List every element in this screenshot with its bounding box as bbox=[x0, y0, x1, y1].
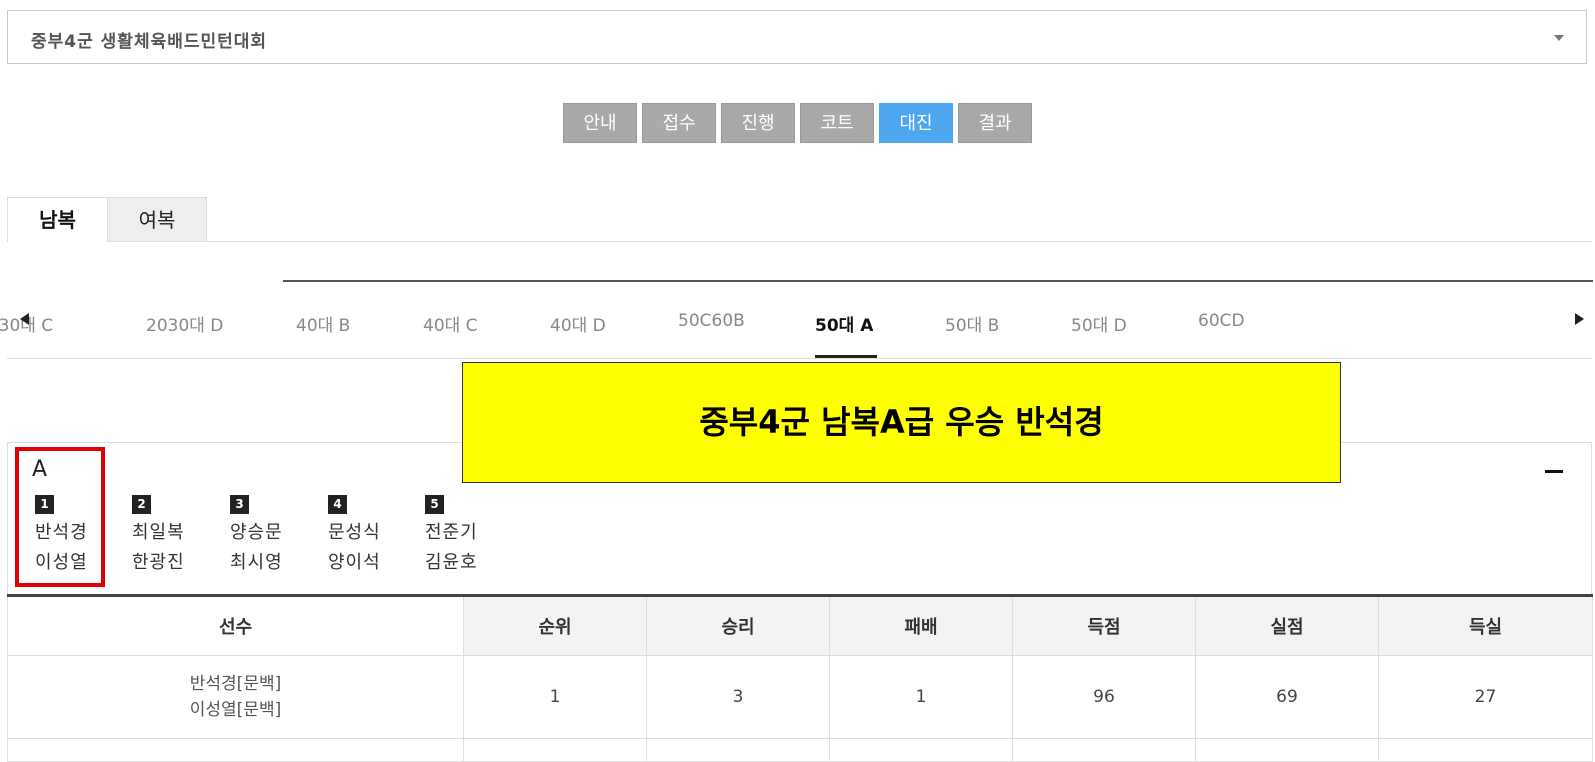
nav-button-court[interactable]: 코트 bbox=[800, 103, 874, 143]
cell-players: 반석경[문백] 이성열[문백] bbox=[7, 655, 464, 739]
table-row bbox=[7, 738, 1593, 762]
tab-womens-doubles[interactable]: 여복 bbox=[107, 197, 207, 242]
column-header-points-for: 득점 bbox=[1012, 595, 1196, 656]
nav-button-results[interactable]: 결과 bbox=[958, 103, 1032, 143]
player-name: 김윤호 bbox=[425, 552, 478, 573]
collapse-icon[interactable] bbox=[1545, 470, 1563, 473]
team-rank-badge: 5 bbox=[425, 495, 444, 514]
player-name: 한광진 bbox=[132, 552, 185, 573]
category-item[interactable]: 50C60B bbox=[678, 311, 745, 331]
tournament-select-value: 중부4군 생활체육배드민턴대회 bbox=[31, 32, 268, 52]
team-rank-badge: 2 bbox=[132, 495, 151, 514]
highlight-box bbox=[15, 447, 105, 587]
category-item[interactable]: 40대 B bbox=[296, 311, 350, 336]
category-item[interactable]: 2030대 D bbox=[146, 311, 223, 336]
cell-points-against: 69 bbox=[1195, 655, 1379, 739]
player-name: 양이석 bbox=[328, 552, 381, 573]
team-entry: 2 최일복 한광진 bbox=[132, 495, 212, 575]
tabs-divider bbox=[107, 241, 1592, 242]
player-name: 전준기 bbox=[425, 522, 478, 543]
table-row: 반석경[문백] 이성열[문백] 1 3 1 96 69 27 bbox=[7, 655, 1593, 739]
team-rank-badge: 4 bbox=[328, 495, 347, 514]
team-entry: 5 전준기 김윤호 bbox=[425, 495, 505, 575]
nav-button-registration[interactable]: 접수 bbox=[642, 103, 716, 143]
category-item[interactable]: 40대 D bbox=[550, 311, 606, 336]
cell-points-for: 96 bbox=[1012, 655, 1196, 739]
category-item[interactable]: 40대 C bbox=[423, 311, 478, 336]
column-header-rank: 순위 bbox=[463, 595, 647, 656]
team-rank-badge: 3 bbox=[230, 495, 249, 514]
player-name: 이성열[문백] bbox=[189, 700, 282, 720]
standings-table: 선수 순위 승리 패배 득점 실점 득실 반석경[문백] 이성열[문백] 1 3… bbox=[7, 594, 1593, 762]
nav-button-info[interactable]: 안내 bbox=[563, 103, 637, 143]
cell-rank: 1 bbox=[463, 655, 647, 739]
table-header-row: 선수 순위 승리 패배 득점 실점 득실 bbox=[7, 595, 1593, 656]
active-category-underline bbox=[815, 355, 877, 358]
nav-button-progress[interactable]: 진행 bbox=[721, 103, 795, 143]
player-name: 최일복 bbox=[132, 522, 185, 543]
category-item-active[interactable]: 50대 A bbox=[815, 311, 873, 336]
column-header-player: 선수 bbox=[7, 595, 464, 656]
category-scroller: 2030대 C 2030대 D 40대 B 40대 C 40대 D 50C60B… bbox=[0, 282, 1592, 359]
column-header-wins: 승리 bbox=[646, 595, 830, 656]
category-item[interactable]: 60CD bbox=[1198, 311, 1245, 331]
column-header-points-against: 실점 bbox=[1195, 595, 1379, 656]
scroll-right-icon[interactable] bbox=[1575, 313, 1584, 325]
team-entry: 3 양승문 최시영 bbox=[230, 495, 310, 575]
player-name: 양승문 bbox=[230, 522, 283, 543]
player-name: 반석경[문백] bbox=[189, 674, 282, 694]
tournament-select[interactable]: 중부4군 생활체육배드민턴대회 bbox=[7, 10, 1587, 64]
column-header-losses: 패배 bbox=[829, 595, 1013, 656]
player-name: 문성식 bbox=[328, 522, 381, 543]
scroll-left-icon[interactable] bbox=[20, 313, 29, 325]
player-name: 최시영 bbox=[230, 552, 283, 573]
category-item[interactable]: 50대 D bbox=[1071, 311, 1127, 336]
column-header-diff: 득실 bbox=[1378, 595, 1593, 656]
winner-banner: 중부4군 남복A급 우승 반석경 bbox=[462, 362, 1341, 483]
cell-wins: 3 bbox=[646, 655, 830, 739]
cell-diff: 27 bbox=[1378, 655, 1593, 739]
chevron-down-icon[interactable] bbox=[1554, 35, 1564, 41]
tab-mens-doubles[interactable]: 남복 bbox=[7, 197, 107, 242]
cell-losses: 1 bbox=[829, 655, 1013, 739]
nav-button-bracket[interactable]: 대진 bbox=[879, 103, 953, 143]
category-item[interactable]: 50대 B bbox=[945, 311, 999, 336]
team-entry: 4 문성식 양이석 bbox=[328, 495, 408, 575]
section-nav: 안내 접수 진행 코트 대진 결과 bbox=[0, 103, 1595, 143]
